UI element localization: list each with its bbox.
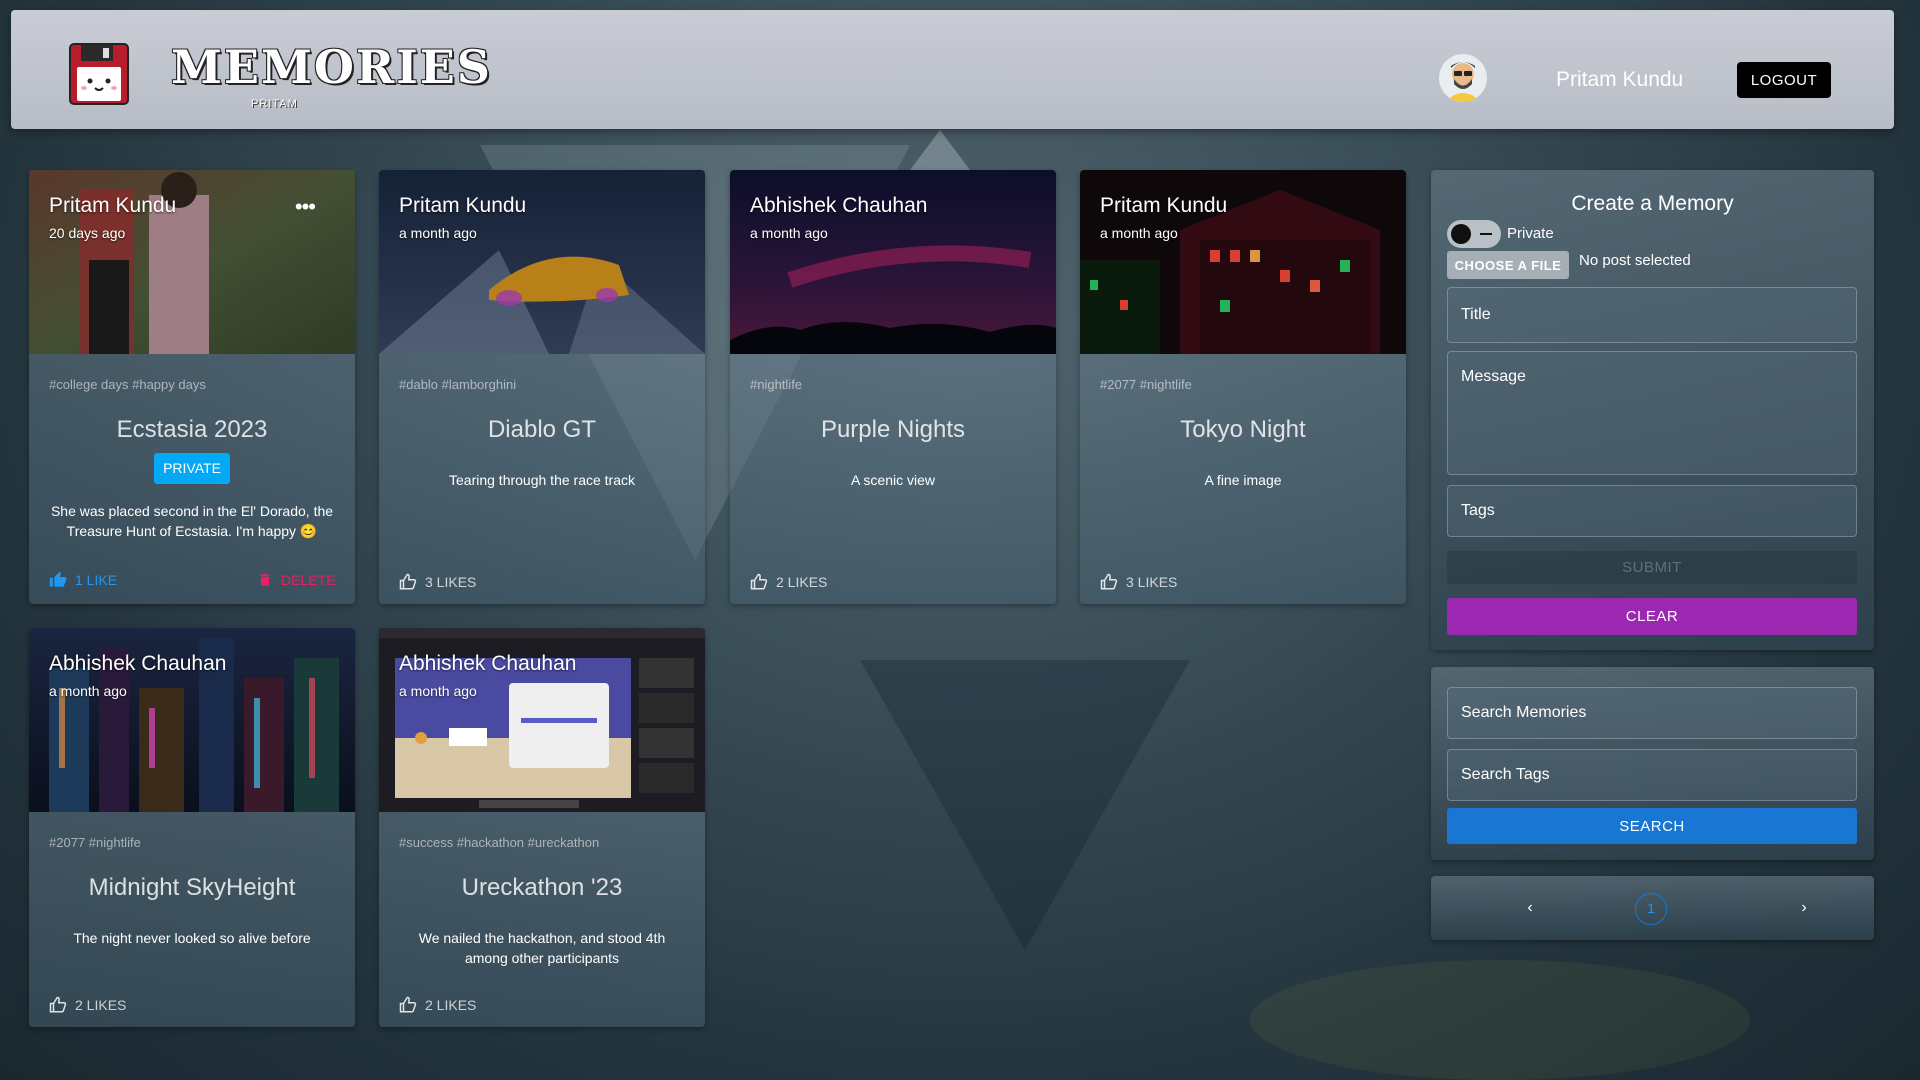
post-message: Tearing through the race track (449, 472, 635, 488)
brand-title[interactable]: MEMORIES (171, 40, 492, 94)
post-time: a month ago (49, 683, 127, 699)
like-count: 2 LIKES (425, 997, 477, 1013)
post-message: A scenic view (850, 472, 936, 488)
memory-card[interactable]: Abhishek Chauhan a month ago #2077 #nigh… (29, 628, 355, 1027)
memory-card[interactable]: Abhishek Chauhan a month ago #nightlife … (730, 170, 1056, 604)
memory-card[interactable]: Pritam Kundu a month ago #dablo #lamborg… (379, 170, 705, 604)
like-button[interactable]: 3 LIKES (1100, 573, 1177, 591)
like-button[interactable]: 2 LIKES (750, 573, 827, 591)
post-message: A fine image (1204, 472, 1282, 488)
post-title: Purple Nights (820, 416, 966, 443)
like-button[interactable]: 2 LIKES (399, 996, 476, 1014)
post-image: Abhishek Chauhan a month ago (379, 628, 705, 812)
chevron-right-icon[interactable]: › (1789, 893, 1819, 923)
post-image: Abhishek Chauhan a month ago (730, 170, 1056, 354)
memory-card[interactable]: Pritam Kundu 20 days ago ••• #college da… (29, 170, 355, 604)
post-tags: #2077 #nightlife (49, 835, 141, 850)
post-time: a month ago (399, 683, 477, 699)
post-author: Abhishek Chauhan (399, 652, 577, 675)
app-bar: MEMORIES PRITAM Pritam Kundu LOGOUT (11, 10, 1894, 129)
thumb-up-icon (49, 571, 67, 587)
post-message: She was placed second in the El' Dorado,… (50, 503, 334, 539)
title-input[interactable] (1447, 287, 1857, 343)
choose-file-button[interactable]: CHOOSE A FILE (1447, 251, 1569, 279)
create-memory-form: Create a Memory Private CHOOSE A FILE No… (1431, 170, 1874, 650)
delete-button[interactable]: DELETE (257, 571, 335, 589)
like-count: 3 LIKES (425, 574, 477, 590)
submit-button[interactable]: SUBMIT (1447, 551, 1857, 584)
search-tags-input[interactable] (1447, 749, 1857, 801)
private-toggle[interactable] (1447, 220, 1501, 248)
post-image: Abhishek Chauhan a month ago (29, 628, 355, 812)
more-options-icon[interactable]: ••• (295, 194, 316, 220)
post-tags: #2077 #nightlife (1100, 377, 1192, 392)
like-count: 2 LIKES (75, 997, 127, 1013)
clear-button[interactable]: CLEAR (1447, 598, 1857, 635)
post-image: Pritam Kundu a month ago (1080, 170, 1406, 354)
private-badge: PRIVATE (154, 453, 230, 484)
user-avatar[interactable] (1439, 54, 1487, 102)
like-count: 3 LIKES (1126, 574, 1178, 590)
file-status: No post selected (1579, 252, 1691, 269)
post-tags: #dablo #lamborghini (399, 377, 517, 392)
post-author: Abhishek Chauhan (750, 194, 928, 217)
toggle-knob (1451, 224, 1471, 244)
post-time: 20 days ago (49, 225, 126, 241)
thumb-up-outline-icon (750, 573, 768, 590)
like-button[interactable]: 2 LIKES (49, 996, 126, 1014)
like-button[interactable]: 1 LIKE (49, 571, 117, 589)
post-tags: #college days #happy days (49, 377, 206, 392)
post-message: We nailed the hackathon, and stood 4th a… (418, 930, 666, 966)
post-image: Pritam Kundu a month ago (379, 170, 705, 354)
page-1-button[interactable]: 1 (1635, 893, 1667, 925)
tags-input[interactable] (1447, 485, 1857, 537)
toggle-off-icon (1480, 233, 1492, 235)
delete-label: DELETE (281, 572, 336, 588)
pagination: ‹ 1 › (1431, 876, 1874, 940)
memory-card[interactable]: Abhishek Chauhan a month ago #success #h… (379, 628, 705, 1027)
private-label: Private (1507, 225, 1554, 242)
post-time: a month ago (399, 225, 477, 241)
thumb-up-outline-icon (1100, 573, 1118, 590)
post-time: a month ago (750, 225, 828, 241)
logout-button[interactable]: LOGOUT (1737, 62, 1831, 98)
post-tags: #nightlife (750, 377, 803, 392)
search-panel: SEARCH (1431, 667, 1874, 860)
post-author: Pritam Kundu (49, 194, 177, 217)
post-tags: #success #hackathon #ureckathon (399, 835, 600, 850)
chevron-left-icon[interactable]: ‹ (1515, 893, 1545, 923)
brand-subtitle: PRITAM (251, 98, 298, 110)
post-message: The night never looked so alive before (73, 930, 311, 946)
post-author: Pritam Kundu (1100, 194, 1228, 217)
thumb-up-outline-icon (49, 996, 67, 1013)
post-title: Diablo GT (487, 416, 597, 443)
search-button[interactable]: SEARCH (1447, 808, 1857, 844)
message-input[interactable] (1447, 351, 1857, 475)
thumb-up-outline-icon (399, 996, 417, 1013)
user-name: Pritam Kundu (1556, 68, 1684, 91)
trash-icon (260, 574, 270, 586)
post-time: a month ago (1100, 225, 1178, 241)
post-title: Tokyo Night (1180, 416, 1306, 443)
thumb-up-outline-icon (399, 573, 417, 590)
post-author: Abhishek Chauhan (49, 652, 227, 675)
like-count: 2 LIKES (776, 574, 828, 590)
search-memories-input[interactable] (1447, 687, 1857, 739)
memory-card[interactable]: Pritam Kundu a month ago #2077 #nightlif… (1080, 170, 1406, 604)
post-title: Ecstasia 2023 (116, 416, 268, 443)
post-title: Midnight SkyHeight (88, 874, 296, 901)
form-title: Create a Memory (1571, 192, 1734, 215)
post-image: Pritam Kundu 20 days ago ••• (29, 170, 355, 354)
like-count: 1 LIKE (75, 572, 118, 588)
post-title: Ureckathon '23 (461, 874, 623, 901)
floppy-disk-logo-icon[interactable] (69, 43, 139, 113)
like-button[interactable]: 3 LIKES (399, 573, 476, 591)
post-author: Pritam Kundu (399, 194, 527, 217)
